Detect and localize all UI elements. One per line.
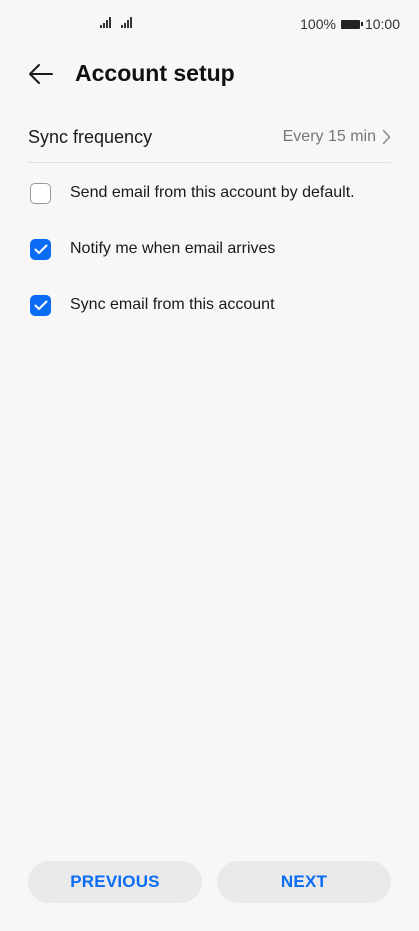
bottom-buttons: PREVIOUS NEXT: [28, 861, 391, 903]
previous-button[interactable]: PREVIOUS: [28, 861, 202, 903]
signal-indicators: [100, 17, 132, 28]
checkbox-checked[interactable]: [30, 238, 51, 260]
option-label: Sync email from this account: [70, 296, 275, 313]
screen: 100% 10:00 Account setup Sync frequency …: [0, 0, 419, 931]
page-title: Account setup: [75, 60, 235, 86]
header: Account setup: [0, 54, 419, 94]
option-sync-email[interactable]: Sync email from this account: [30, 290, 399, 320]
battery-icon: [340, 19, 363, 29]
signal-strength-icon: [121, 17, 132, 28]
next-button[interactable]: NEXT: [217, 861, 391, 903]
option-notify[interactable]: Notify me when email arrives: [30, 234, 399, 264]
checkbox-unchecked[interactable]: [30, 182, 51, 204]
arrow-left-icon: [29, 64, 53, 84]
signal-strength-icon: [100, 17, 111, 28]
option-label: Notify me when email arrives: [70, 240, 276, 257]
sync-frequency-value-wrap: Every 15 min: [283, 128, 391, 146]
sync-frequency-label: Sync frequency: [28, 126, 153, 147]
checkmark-icon: [34, 300, 47, 310]
status-bar: 100% 10:00: [0, 0, 419, 52]
chevron-right-icon: [382, 129, 391, 145]
back-button[interactable]: [25, 59, 57, 89]
sync-frequency-value: Every 15 min: [282, 128, 376, 145]
checkmark-icon: [34, 244, 47, 254]
clock: 10:00: [364, 16, 400, 32]
status-right: 100% 10:00: [300, 16, 400, 32]
sync-frequency-row[interactable]: Sync frequency Every 15 min: [28, 112, 391, 163]
option-label: Send email from this account by default.: [70, 184, 355, 201]
option-send-default[interactable]: Send email from this account by default.: [30, 178, 399, 208]
battery-percent: 100%: [300, 16, 336, 32]
checkbox-checked[interactable]: [30, 294, 51, 316]
